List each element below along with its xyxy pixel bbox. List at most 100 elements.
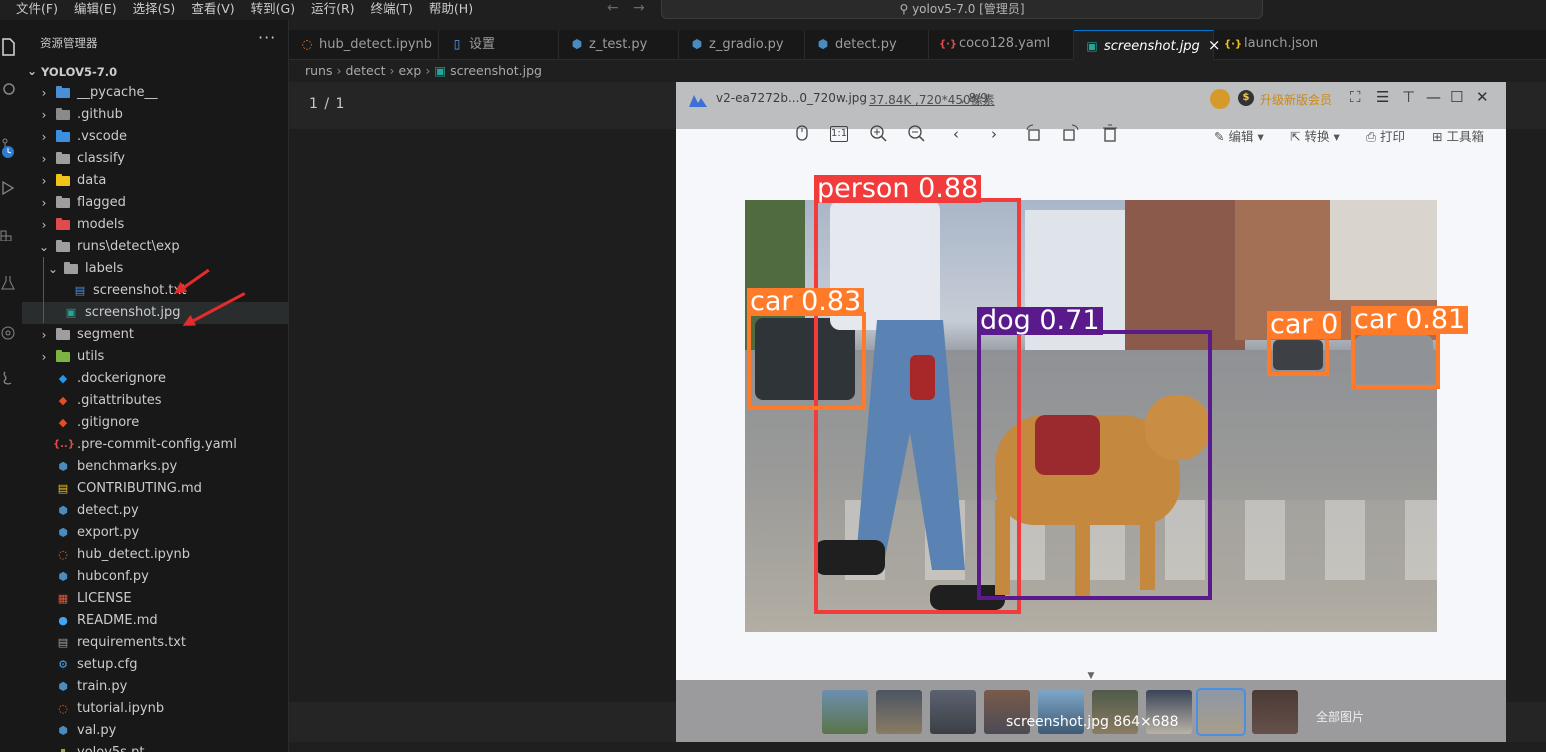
tab-z-gradio[interactable]: ⬢ z_gradio.py: [679, 30, 805, 60]
delete-icon[interactable]: [1100, 124, 1120, 144]
fullscreen-icon[interactable]: ⛶: [1350, 88, 1361, 106]
tree-file-readme[interactable]: ● README.md: [22, 610, 289, 632]
remote-explorer-icon[interactable]: [0, 325, 20, 345]
collapse-thumbs-icon[interactable]: ▼: [1083, 671, 1099, 681]
command-center-search[interactable]: ⚲ yolov5-7.0 [管理员]: [661, 0, 1263, 19]
breadcrumb-exp[interactable]: exp: [399, 63, 422, 78]
tree-file-hubconf[interactable]: ⬢ hubconf.py: [22, 566, 289, 588]
forward-arrow-icon[interactable]: →: [633, 0, 645, 17]
menu-go[interactable]: 转到(G): [243, 0, 303, 20]
prev-icon[interactable]: ‹: [946, 124, 966, 144]
tab-coco128[interactable]: {·} coco128.yaml: [929, 30, 1074, 60]
tree-folder-segment[interactable]: › segment: [22, 324, 289, 346]
print-button[interactable]: ⎙ 打印: [1366, 126, 1405, 145]
back-arrow-icon[interactable]: ←: [607, 0, 619, 17]
tab-screenshot-jpg[interactable]: ▣ screenshot.jpg ×: [1074, 30, 1220, 60]
zoom-out-icon[interactable]: [906, 124, 926, 144]
thumbnail[interactable]: [930, 690, 976, 734]
tree-file-contributing[interactable]: ▤ CONTRIBUTING.md: [22, 478, 289, 500]
toolbox-button[interactable]: ⊞ 工具箱: [1432, 126, 1484, 145]
more-actions-icon[interactable]: ···: [258, 28, 276, 47]
settings-file-icon: ▯: [453, 37, 461, 51]
thumbnail[interactable]: [822, 690, 868, 734]
maximize-icon[interactable]: ☐: [1450, 88, 1463, 106]
tree-file-detect[interactable]: ⬢ detect.py: [22, 500, 289, 522]
git-icon: ◆: [58, 394, 68, 407]
tab-launch-json[interactable]: {·} launch.json: [1214, 30, 1334, 60]
tree-file-yolov5s[interactable]: ▮ yolov5s.pt: [22, 742, 289, 752]
zoom-in-icon[interactable]: [868, 124, 888, 144]
rotate-right-icon[interactable]: [1061, 124, 1081, 144]
tree-folder-github[interactable]: › .github: [22, 104, 289, 126]
thumbnail-active[interactable]: [1196, 688, 1246, 736]
next-icon[interactable]: ›: [984, 124, 1004, 144]
tree-folder-classify[interactable]: › classify: [22, 148, 289, 170]
tree-file-gitignore[interactable]: ◆ .gitignore: [22, 412, 289, 434]
tree-folder-vscode[interactable]: › .vscode: [22, 126, 289, 148]
tree-folder-labels[interactable]: ⌄ labels: [22, 258, 289, 280]
menu-selection[interactable]: 选择(S): [125, 0, 184, 20]
tree-file-hub-detect[interactable]: ◌ hub_detect.ipynb: [22, 544, 289, 566]
tree-file-setup-cfg[interactable]: ⚙ setup.cfg: [22, 654, 289, 676]
tree-file-export[interactable]: ⬢ export.py: [22, 522, 289, 544]
tree-folder-utils[interactable]: › utils: [22, 346, 289, 368]
tree-file-pre-commit-config[interactable]: {..} .pre-commit-config.yaml: [22, 434, 289, 456]
tab-z-test[interactable]: ⬢ z_test.py: [559, 30, 679, 60]
tree-file-gitattributes[interactable]: ◆ .gitattributes: [22, 390, 289, 412]
python-icon: ⬢: [58, 724, 68, 737]
close-icon[interactable]: ✕: [1476, 88, 1489, 106]
extensions-icon[interactable]: [0, 225, 20, 245]
minimize-icon[interactable]: —: [1426, 88, 1441, 106]
tab-detect[interactable]: ⬢ detect.py: [805, 30, 929, 60]
pin-icon[interactable]: ⊤: [1402, 88, 1415, 106]
tree-file-val[interactable]: ⬢ val.py: [22, 720, 289, 742]
breadcrumb-separator: ›: [336, 63, 342, 78]
search-icon[interactable]: [0, 82, 20, 102]
breadcrumb-runs[interactable]: runs: [305, 63, 333, 78]
rotate-left-icon[interactable]: [1024, 124, 1044, 144]
tree-folder-runs-detect-exp[interactable]: ⌄ runs\detect\exp: [22, 236, 289, 258]
menu-terminal[interactable]: 终端(T): [363, 0, 421, 20]
edit-menu[interactable]: ✎ 编辑 ▾: [1214, 126, 1264, 145]
tree-file-requirements[interactable]: ▤ requirements.txt: [22, 632, 289, 654]
indent-guide: [43, 257, 44, 323]
tree-folder-flagged[interactable]: › flagged: [22, 192, 289, 214]
python-env-icon[interactable]: [0, 370, 20, 390]
menu-edit[interactable]: 编辑(E): [66, 0, 125, 20]
tab-settings[interactable]: ▯ 设置: [439, 30, 559, 60]
menu-icon[interactable]: ☰: [1376, 88, 1389, 106]
actual-size-icon[interactable]: 1:1: [830, 126, 848, 142]
menu-view[interactable]: 查看(V): [183, 0, 242, 20]
mouse-icon[interactable]: [792, 124, 812, 144]
workspace-root[interactable]: ⌄ YOLOV5-7.0: [22, 61, 289, 81]
tree-file-license[interactable]: ▦ LICENSE: [22, 588, 289, 610]
viewer-filename: v2-ea7272b...0_720w.jpg: [716, 91, 868, 105]
tree-file-tutorial[interactable]: ◌ tutorial.ipynb: [22, 698, 289, 720]
tree-file-benchmarks[interactable]: ⬢ benchmarks.py: [22, 456, 289, 478]
menu-file[interactable]: 文件(F): [8, 0, 66, 20]
thumbnail[interactable]: [876, 690, 922, 734]
thumbnail[interactable]: [1252, 690, 1298, 734]
upgrade-vip-link[interactable]: 升级新版会员: [1260, 91, 1332, 108]
breadcrumb-file[interactable]: screenshot.jpg: [450, 63, 542, 78]
chevron-down-icon: ▾: [1257, 129, 1264, 144]
tree-file-screenshot-jpg[interactable]: ▣ screenshot.jpg: [22, 302, 289, 324]
menu-help[interactable]: 帮助(H): [421, 0, 481, 20]
convert-menu[interactable]: ⇱ 转换 ▾: [1290, 126, 1340, 145]
all-images-link[interactable]: 全部图片: [1316, 708, 1364, 725]
testing-icon[interactable]: [0, 275, 20, 295]
tab-hub-detect[interactable]: ◌ hub_detect.ipynb: [289, 30, 439, 60]
run-debug-icon[interactable]: [0, 180, 20, 200]
models-folder-icon: [56, 218, 70, 230]
explorer-icon[interactable]: [0, 38, 20, 58]
tree-file-dockerignore[interactable]: ◆ .dockerignore: [22, 368, 289, 390]
tree-file-train[interactable]: ⬢ train.py: [22, 676, 289, 698]
vip-avatar-icon[interactable]: [1210, 89, 1230, 109]
tree-folder-models[interactable]: › models: [22, 214, 289, 236]
menu-run[interactable]: 运行(R): [303, 0, 362, 20]
breadcrumb-detect[interactable]: detect: [346, 63, 386, 78]
tree-folder-data[interactable]: › data: [22, 170, 289, 192]
tree-folder-pycache[interactable]: › __pycache__: [22, 82, 289, 104]
tree-file-screenshot-txt[interactable]: ▤ screenshot.txt: [22, 280, 289, 302]
chevron-right-icon: ›: [41, 152, 47, 166]
